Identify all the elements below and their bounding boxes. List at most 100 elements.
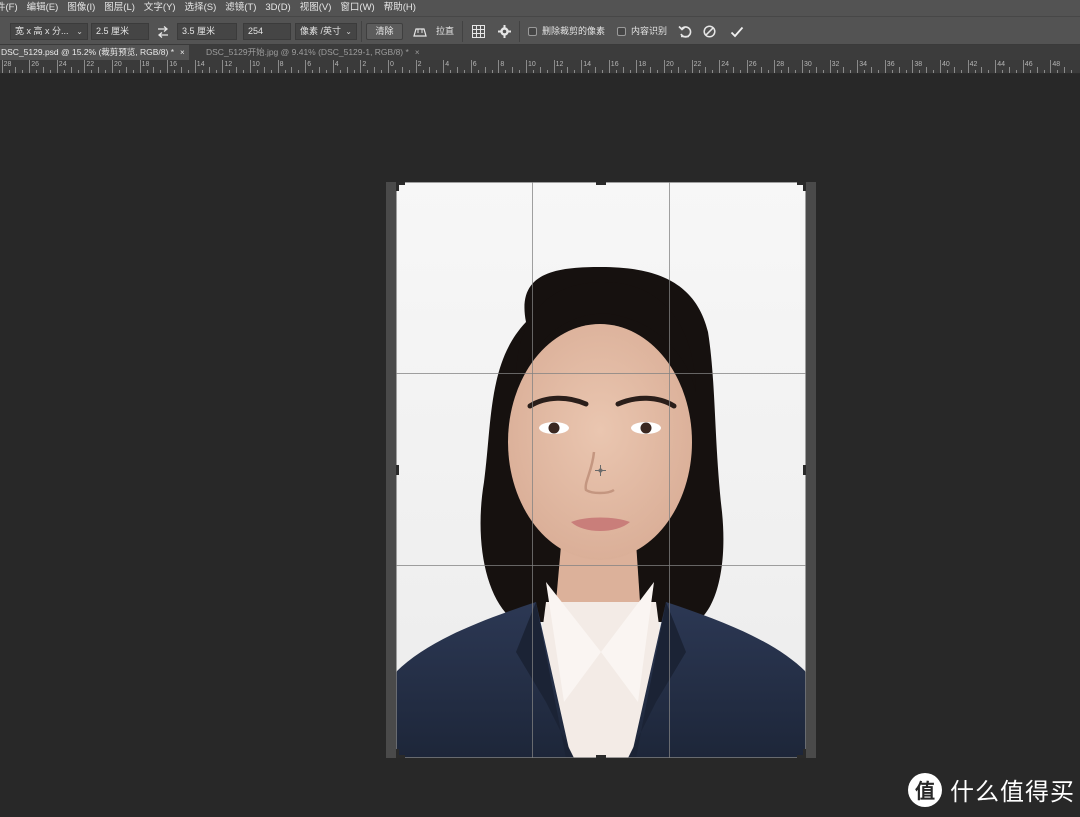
menu-item[interactable]: 编辑(E) xyxy=(27,0,59,16)
delete-cropped-pixels-checkbox[interactable]: 删除裁剪的像素 xyxy=(528,23,605,40)
ruler-minor-tick xyxy=(622,67,624,73)
ruler-label: 28 xyxy=(776,61,785,68)
ruler-major-tick xyxy=(746,60,748,73)
menu-item[interactable]: 图层(L) xyxy=(104,0,135,16)
crop-handle-bottom[interactable] xyxy=(596,755,606,758)
swap-arrows-icon[interactable] xyxy=(155,23,171,40)
menu-item[interactable]: 图像(I) xyxy=(67,0,95,16)
ruler-label: 32 xyxy=(831,61,840,68)
ruler-major-tick xyxy=(857,60,859,73)
ruler-minor-tick xyxy=(381,70,383,73)
ruler-major-tick xyxy=(636,60,638,73)
ruler-label: 18 xyxy=(141,61,150,68)
ruler-major-tick xyxy=(553,60,555,73)
ruler-label: 22 xyxy=(693,61,702,68)
clear-button[interactable]: 清除 xyxy=(366,23,403,40)
close-icon[interactable]: × xyxy=(180,48,185,57)
menu-item[interactable]: 滤镜(T) xyxy=(225,0,256,16)
crop-height-field[interactable]: 3.5 厘米 xyxy=(177,23,237,40)
ruler-minor-tick xyxy=(733,67,734,73)
ruler-minor-tick xyxy=(284,70,286,73)
tab-dsc5129-psd[interactable]: DSC_5129.psd @ 15.2% (裁剪预览, RGB/8) * × xyxy=(0,45,189,60)
crop-center-crosshair-icon xyxy=(595,465,606,476)
ruler-major-tick xyxy=(305,60,307,73)
menu-item[interactable]: 窗口(W) xyxy=(340,0,374,16)
ruler-label: 8 xyxy=(279,61,284,68)
ruler-minor-tick xyxy=(836,70,838,73)
content-aware-checkbox[interactable]: 内容识别 xyxy=(617,23,667,40)
ruler-label: 4 xyxy=(334,61,339,68)
menu-item[interactable]: 选择(S) xyxy=(185,0,217,16)
menu-item[interactable]: 3D(D) xyxy=(265,0,290,16)
straighten-icon[interactable] xyxy=(411,23,429,40)
checkbox-icon xyxy=(528,27,537,36)
tab-label: DSC_5129.psd @ 15.2% (裁剪预览, RGB/8) * xyxy=(1,47,175,57)
gear-icon[interactable] xyxy=(496,23,512,40)
crop-handle-bottom-left[interactable] xyxy=(396,749,399,758)
ruler-minor-tick xyxy=(312,70,314,73)
ruler-minor-tick xyxy=(36,70,38,73)
ruler-major-tick xyxy=(443,60,445,73)
ruler-minor-tick xyxy=(588,70,590,73)
menu-item[interactable]: 帮助(H) xyxy=(384,0,416,16)
watermark-logo: 值 xyxy=(908,772,942,807)
crop-handle-bottom-right[interactable] xyxy=(803,749,806,758)
grid-line-h2 xyxy=(396,565,806,566)
ruler-major-tick xyxy=(719,60,721,73)
menu-item[interactable]: 视图(V) xyxy=(300,0,332,16)
ruler-minor-tick xyxy=(70,67,72,73)
crop-handle-top[interactable] xyxy=(596,182,606,185)
ruler-label: 40 xyxy=(942,61,950,68)
ruler-minor-tick xyxy=(1002,70,1004,73)
ruler-minor-tick xyxy=(871,67,872,73)
reset-icon[interactable] xyxy=(676,23,694,40)
ruler-major-tick xyxy=(360,60,362,73)
ruler-minor-tick xyxy=(767,70,769,73)
ruler-minor-tick xyxy=(698,70,700,73)
resolution-unit-select[interactable]: 像素 /英寸 ⌄ xyxy=(295,23,357,40)
ruler-label: 16 xyxy=(610,61,619,68)
ruler-major-tick xyxy=(526,60,527,73)
ruler-minor-tick xyxy=(339,70,341,73)
crop-handle-right[interactable] xyxy=(803,465,806,475)
resolution-field[interactable]: 254 xyxy=(243,23,291,40)
crop-handle-top-left[interactable] xyxy=(396,182,399,191)
ruler-major-tick xyxy=(884,60,886,73)
ruler-minor-tick xyxy=(298,70,300,73)
straighten-label[interactable]: 拉直 xyxy=(436,23,454,40)
ruler-label: 24 xyxy=(58,61,67,68)
ruler-minor-tick xyxy=(705,67,707,73)
ruler-minor-tick xyxy=(1015,70,1017,73)
ruler-minor-tick xyxy=(601,70,603,73)
cancel-icon[interactable] xyxy=(701,23,717,40)
commit-check-icon[interactable] xyxy=(728,23,746,40)
chevron-down-icon: ⌄ xyxy=(76,27,83,36)
menu-item[interactable]: 件(F) xyxy=(0,0,18,16)
crop-width-field[interactable]: 2.5 厘米 xyxy=(91,23,149,40)
ruler-minor-tick xyxy=(519,70,521,73)
ruler-minor-tick xyxy=(795,70,797,73)
ruler-minor-tick xyxy=(263,67,265,73)
crop-handle-left[interactable] xyxy=(396,465,399,475)
ruler-minor-tick xyxy=(891,70,893,73)
overlay-grid-icon[interactable] xyxy=(470,23,486,40)
close-icon[interactable]: × xyxy=(415,48,420,57)
ruler-minor-tick xyxy=(946,70,948,73)
ruler-minor-tick xyxy=(546,70,548,73)
crop-options-bar: 宽 x 高 x 分... ⌄ 2.5 厘米 3.5 厘米 254 像素 /英寸 … xyxy=(0,16,1080,45)
ruler-minor-tick xyxy=(657,70,659,73)
ratio-preset-select[interactable]: 宽 x 高 x 分... ⌄ xyxy=(10,23,88,40)
ruler-minor-tick xyxy=(974,70,976,73)
tab-dsc5129-jpg[interactable]: DSC_5129开始.jpg @ 9.41% (DSC_5129-1, RGB/… xyxy=(202,45,423,60)
ruler-minor-tick xyxy=(22,70,24,73)
ruler-major-tick xyxy=(388,60,389,73)
ruler-minor-tick xyxy=(712,70,714,73)
ruler-minor-tick xyxy=(429,67,431,73)
ruler-minor-tick xyxy=(187,70,189,73)
ruler-minor-tick xyxy=(270,70,272,73)
menu-item[interactable]: 文字(Y) xyxy=(144,0,176,16)
crop-handle-top-right[interactable] xyxy=(803,182,806,191)
ruler-major-tick xyxy=(829,60,831,73)
ruler-label: 26 xyxy=(748,61,757,68)
horizontal-ruler: 28 26 24 22 20 18 16 14 12 10 8 6 4 2 0 2 4 6 8 10 12 14 16 18 2… xyxy=(0,60,1080,74)
